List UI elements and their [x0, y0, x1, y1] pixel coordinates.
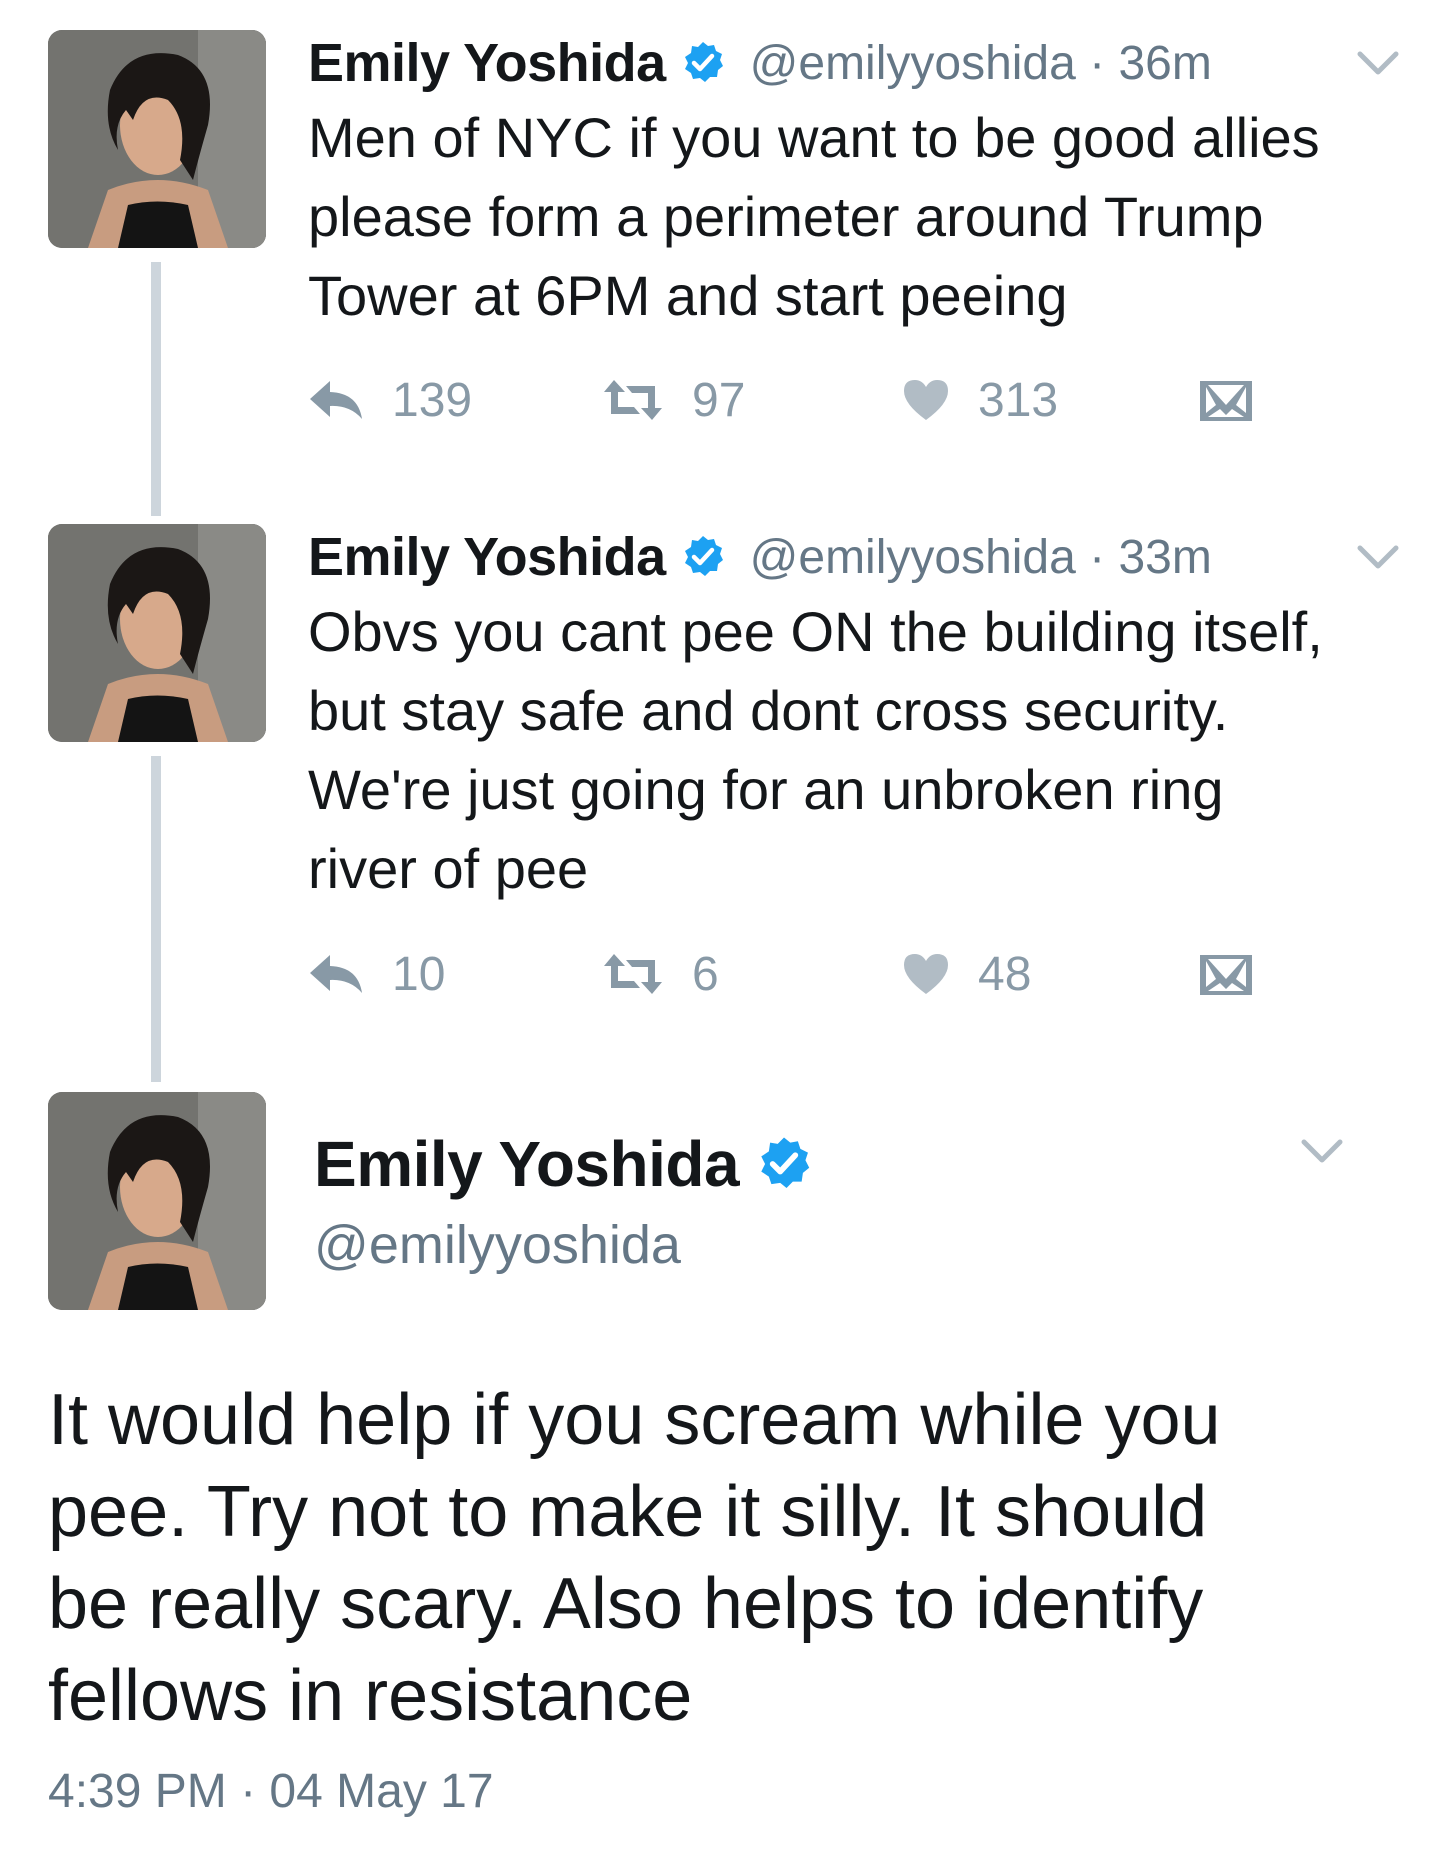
tweet-text-line: fellows in resistance	[48, 1656, 693, 1736]
envelope-icon	[1200, 955, 1252, 995]
main-author-row: Emily Yoshida	[314, 1124, 813, 1204]
like-button[interactable]: 48	[902, 944, 1031, 1004]
retweet-count: 97	[692, 373, 746, 427]
verified-badge-icon	[684, 42, 723, 82]
verified-badge-icon	[684, 536, 723, 576]
retweet-button[interactable]: 97	[602, 370, 745, 430]
reply-button[interactable]: 139	[308, 370, 472, 430]
tweet-text: Obvs you cant pee ON the building itself…	[308, 592, 1418, 908]
avatar[interactable]	[48, 1092, 266, 1310]
handle-and-time: @emilyyoshida · 33m	[749, 530, 1212, 584]
retweet-button[interactable]: 6	[602, 944, 719, 1004]
tweet-actions: 139 97 313	[308, 370, 1268, 430]
thread-connector-line	[151, 262, 161, 516]
tweet-text-line: We're just going for an unbroken ring	[308, 758, 1224, 821]
author-handle[interactable]: @emilyyoshida	[314, 1214, 681, 1276]
tweet-text-line: please form a perimeter around Trump	[308, 185, 1264, 248]
reply-button[interactable]: 10	[308, 944, 445, 1004]
tweet-text-line: but stay safe and dont cross security.	[308, 679, 1229, 742]
chevron-down-icon[interactable]	[1300, 1136, 1344, 1166]
like-count: 48	[978, 947, 1032, 1001]
reply-icon	[310, 381, 362, 419]
retweet-icon	[604, 380, 662, 420]
tweet-text-line: Obvs you cant pee ON the building itself…	[308, 600, 1323, 663]
tweet-header: Emily Yoshida @emilyyoshida · 36m	[308, 30, 1212, 96]
tweet-actions: 10 6 48	[308, 944, 1268, 1004]
retweet-count: 6	[692, 947, 719, 1001]
retweet-icon	[604, 954, 662, 994]
tweet-timestamp[interactable]: 4:39 PM · 04 May 17	[48, 1764, 494, 1819]
author-name[interactable]: Emily Yoshida	[308, 526, 666, 588]
reply-icon	[310, 955, 362, 993]
heart-icon	[904, 954, 948, 994]
reply-count: 10	[392, 947, 446, 1001]
direct-message-button[interactable]	[1198, 370, 1282, 430]
chevron-down-icon[interactable]	[1356, 48, 1400, 78]
tweet-text: Men of NYC if you want to be good allies…	[308, 98, 1418, 335]
tweet-text-line: Men of NYC if you want to be good allies	[308, 106, 1320, 169]
tweet-text-line: be really scary. Also helps to identify	[48, 1564, 1204, 1644]
direct-message-button[interactable]	[1198, 944, 1282, 1004]
envelope-icon	[1200, 381, 1252, 421]
handle-and-time: @emilyyoshida · 36m	[749, 36, 1212, 90]
main-tweet[interactable]: Emily Yoshida @emilyyoshida It would hel…	[0, 1092, 1440, 1859]
avatar[interactable]	[48, 30, 266, 248]
like-count: 313	[978, 373, 1059, 427]
tweet-text-line: It would help if you scream while you	[48, 1380, 1221, 1460]
tweet-text: It would help if you scream while you pe…	[48, 1374, 1428, 1742]
author-name[interactable]: Emily Yoshida	[314, 1127, 740, 1201]
reply-count: 139	[392, 373, 473, 427]
verified-badge-icon	[761, 1137, 810, 1188]
like-button[interactable]: 313	[902, 370, 1058, 430]
tweet-text-line: Tower at 6PM and start peeing	[308, 264, 1068, 327]
chevron-down-icon[interactable]	[1356, 542, 1400, 572]
heart-icon	[904, 380, 948, 420]
tweet-text-line: pee. Try not to make it silly. It should	[48, 1472, 1208, 1552]
tweet-text-line: river of pee	[308, 837, 589, 900]
avatar[interactable]	[48, 524, 266, 742]
tweet-header: Emily Yoshida @emilyyoshida · 33m	[308, 524, 1212, 590]
author-name[interactable]: Emily Yoshida	[308, 32, 666, 94]
thread-connector-line	[151, 756, 161, 1082]
